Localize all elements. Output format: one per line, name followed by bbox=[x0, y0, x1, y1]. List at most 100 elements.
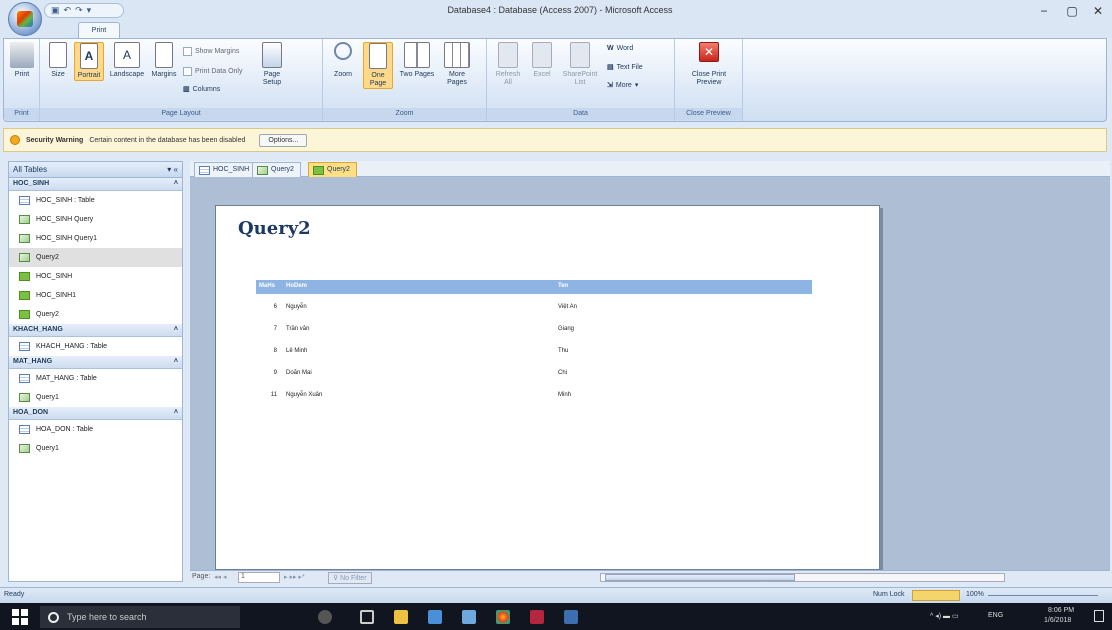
query-icon bbox=[19, 215, 30, 224]
collapse-icon[interactable]: ˄ bbox=[174, 180, 178, 188]
table-cell: Lê Minh bbox=[286, 348, 308, 354]
notifications-icon[interactable] bbox=[1094, 610, 1104, 622]
filter-indicator[interactable]: ⊽ No Filter bbox=[328, 572, 372, 584]
chevron-down-icon[interactable]: ▾ bbox=[167, 165, 171, 174]
close-window-button[interactable]: ✕ bbox=[1084, 2, 1112, 20]
nav-item[interactable]: HOC_SINH : Table bbox=[9, 191, 182, 210]
qat-undo-icon[interactable]: ↶ bbox=[64, 5, 72, 16]
sharepoint-icon bbox=[570, 42, 590, 68]
form-icon bbox=[19, 310, 30, 319]
restore-button[interactable]: ▢ bbox=[1058, 2, 1086, 20]
nav-item[interactable]: MAT_HANG : Table bbox=[9, 369, 182, 388]
table-cell: Thu bbox=[558, 348, 569, 354]
document-tab[interactable]: HOC_SINH bbox=[194, 162, 257, 177]
access-icon[interactable] bbox=[530, 610, 544, 624]
nav-item[interactable]: Query2 bbox=[9, 248, 182, 267]
nav-group-header[interactable]: HOC_SINH ˄ bbox=[9, 178, 182, 191]
group-label: Zoom bbox=[323, 108, 486, 120]
print-button[interactable]: Print bbox=[7, 42, 37, 79]
collapse-icon[interactable]: ˄ bbox=[174, 409, 178, 417]
column-header: Ten bbox=[558, 283, 569, 289]
clock-date[interactable]: 1/6/2018 bbox=[1044, 617, 1071, 624]
margins-button[interactable]: Margins bbox=[148, 42, 180, 79]
qat-customize-icon[interactable]: ▾ bbox=[87, 5, 92, 16]
nav-item[interactable]: HOA_DON : Table bbox=[9, 420, 182, 439]
word-export-button[interactable]: W Word bbox=[607, 45, 633, 52]
refresh-icon bbox=[498, 42, 518, 68]
document-tab[interactable]: Query2 bbox=[252, 162, 301, 177]
file-explorer-icon[interactable] bbox=[394, 610, 408, 624]
more-export-button[interactable]: ⇲ More ▾ bbox=[607, 81, 638, 90]
query-icon bbox=[19, 234, 30, 243]
next-page-button[interactable]: ▸ ▸▸ ▸* bbox=[284, 573, 305, 581]
nav-item[interactable]: HOC_SINH1 bbox=[9, 286, 182, 305]
nav-item[interactable]: Query2 bbox=[9, 305, 182, 324]
clock-time[interactable]: 8:06 PM bbox=[1048, 607, 1074, 614]
more-pages-button[interactable]: More Pages bbox=[439, 42, 475, 87]
document-tab[interactable]: Query2 bbox=[308, 162, 357, 177]
zoom-slider[interactable] bbox=[988, 595, 1098, 596]
first-page-button[interactable]: ◂◂ ◂ bbox=[214, 573, 227, 581]
collapse-icon[interactable]: ˄ bbox=[174, 326, 178, 334]
table-row: 7 Trần văn Giang bbox=[256, 326, 812, 338]
excel-export-button[interactable]: Excel bbox=[529, 42, 555, 79]
navigation-pane-header[interactable]: All Tables ▾ « bbox=[9, 162, 182, 178]
options-button[interactable]: Options... bbox=[259, 133, 308, 147]
pinned-app-icon[interactable] bbox=[428, 610, 442, 624]
pinned-app-icon[interactable] bbox=[564, 610, 578, 624]
refresh-all-button[interactable]: Refresh All bbox=[493, 42, 523, 87]
nav-item[interactable]: Query1 bbox=[9, 439, 182, 458]
page-setup-button[interactable]: Page Setup bbox=[256, 42, 288, 87]
tab-print-preview[interactable]: Print Preview bbox=[78, 22, 120, 49]
show-margins-checkbox[interactable]: Show Margins bbox=[183, 47, 239, 56]
windows-start-icon[interactable] bbox=[12, 609, 28, 625]
nav-item[interactable]: HOC_SINH Query1 bbox=[9, 229, 182, 248]
group-label: Print bbox=[4, 108, 39, 120]
print-data-only-checkbox[interactable]: Print Data Only bbox=[183, 67, 242, 76]
close-print-preview-button[interactable]: ✕ Close Print Preview bbox=[681, 42, 737, 87]
checkbox-icon bbox=[183, 67, 192, 76]
page-number-input[interactable]: 1 bbox=[238, 572, 280, 583]
one-page-icon bbox=[369, 43, 387, 69]
collapse-icon[interactable]: ˄ bbox=[174, 358, 178, 366]
microphone-icon[interactable] bbox=[318, 610, 332, 624]
nav-group-header[interactable]: MAT_HANG ˄ bbox=[9, 356, 182, 369]
task-view-icon[interactable] bbox=[360, 610, 374, 624]
one-page-button[interactable]: One Page bbox=[363, 42, 393, 89]
table-cell: Nguyễn bbox=[286, 304, 307, 310]
shutter-bar-icon[interactable]: « bbox=[174, 165, 178, 174]
nav-item[interactable]: KHACH_HANG : Table bbox=[9, 337, 182, 356]
nav-group-header[interactable]: HOA_DON ˄ bbox=[9, 407, 182, 420]
nav-item[interactable]: HOC_SINH bbox=[9, 267, 182, 286]
group-label: Close Preview bbox=[675, 108, 742, 120]
qat-redo-icon[interactable]: ↷ bbox=[75, 5, 83, 16]
nav-group-header[interactable]: KHACH_HANG ˄ bbox=[9, 324, 182, 337]
minimize-button[interactable]: − bbox=[1030, 2, 1058, 20]
zoom-button[interactable]: Zoom bbox=[329, 42, 357, 79]
table-cell: 6 bbox=[273, 304, 277, 310]
landscape-button[interactable]: A Landscape bbox=[108, 42, 146, 79]
columns-button[interactable]: ▥ Columns bbox=[183, 85, 220, 94]
taskbar-search-box[interactable]: Type here to search bbox=[40, 606, 240, 628]
qat-save-icon[interactable]: ▣ bbox=[51, 5, 60, 16]
form-icon bbox=[19, 291, 30, 300]
query-icon bbox=[19, 393, 30, 402]
pinned-app-icon[interactable] bbox=[462, 610, 476, 624]
nav-header-controls[interactable]: ▾ « bbox=[167, 165, 178, 174]
nav-item-label: Query1 bbox=[36, 394, 59, 401]
office-button[interactable] bbox=[8, 2, 42, 36]
table-row: 9 Doãn Mai Chi bbox=[256, 370, 812, 382]
nav-item[interactable]: HOC_SINH Query bbox=[9, 210, 182, 229]
nav-item[interactable]: Query1 bbox=[9, 388, 182, 407]
view-switcher[interactable] bbox=[912, 590, 960, 601]
two-pages-button[interactable]: Two Pages bbox=[399, 42, 435, 79]
portrait-button[interactable]: A Portrait bbox=[74, 42, 104, 81]
text-file-export-button[interactable]: ▤ Text File bbox=[607, 63, 643, 72]
nav-group-label: KHACH_HANG bbox=[13, 326, 63, 333]
scrollbar-thumb[interactable] bbox=[605, 574, 795, 581]
tray-icons[interactable]: ^ ◂) ▬ ▭ bbox=[930, 612, 959, 620]
size-button[interactable]: Size bbox=[44, 42, 72, 79]
chrome-icon[interactable] bbox=[496, 610, 510, 624]
sharepoint-list-button[interactable]: SharePoint List bbox=[559, 42, 601, 87]
language-indicator[interactable]: ENG bbox=[988, 612, 1003, 619]
